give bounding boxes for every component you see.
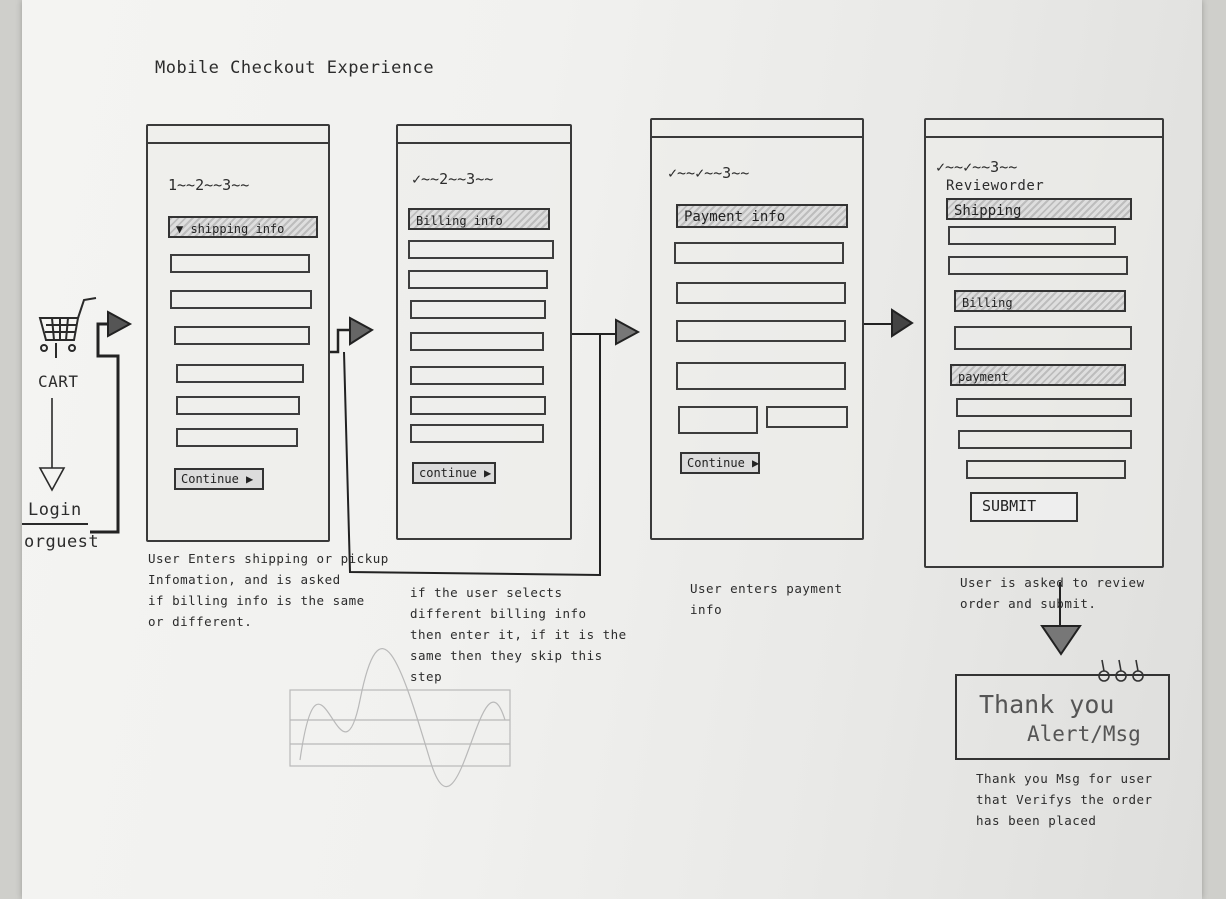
payment-expiry-field[interactable] — [678, 406, 758, 434]
guest-label: orguest — [24, 532, 100, 552]
review-order-title: Revieworder — [946, 178, 1045, 194]
login-label: Login — [28, 500, 82, 520]
shipping-field[interactable] — [174, 326, 310, 345]
billing-field[interactable] — [410, 396, 546, 415]
shipping-info-header[interactable]: ▼ shipping info — [168, 216, 318, 238]
step-indicator: ✓~~✓~~3~~ — [668, 164, 750, 182]
caption-review: User is asked to review order and submit… — [960, 575, 1145, 611]
continue-button[interactable]: continue ▶ — [412, 462, 496, 484]
billing-field[interactable] — [410, 366, 544, 385]
caption-billing: if the user selects different billing in… — [410, 585, 627, 684]
phone-top-bar — [652, 120, 862, 138]
screen-shipping: 1~~2~~3~~ ▼ shipping info Continue ▶ — [146, 124, 330, 542]
review-field[interactable] — [948, 256, 1128, 275]
caption-payment: User enters payment info — [690, 581, 843, 617]
payment-cvv-field[interactable] — [766, 406, 848, 428]
review-field[interactable] — [956, 398, 1132, 417]
thank-you-alert: Thank you Alert/Msg — [955, 674, 1170, 760]
step-indicator: ✓~~✓~~3~~ — [936, 158, 1018, 176]
screen-review: ✓~~✓~~3~~ Revieworder Shipping Billing p… — [924, 118, 1164, 568]
shipping-field[interactable] — [170, 254, 310, 273]
review-payment-header[interactable]: payment — [950, 364, 1126, 386]
billing-field[interactable] — [408, 240, 554, 259]
phone-top-bar — [926, 120, 1162, 138]
review-field[interactable] — [958, 430, 1132, 449]
continue-button[interactable]: Continue ▶ — [680, 452, 760, 474]
thank-you-line2: Alert/Msg — [1027, 722, 1141, 746]
payment-field[interactable] — [674, 242, 844, 264]
billing-info-header[interactable]: Billing info — [408, 208, 550, 230]
caption-shipping: User Enters shipping or pickup Infomatio… — [148, 551, 389, 629]
review-shipping-header[interactable]: Shipping — [946, 198, 1132, 220]
review-billing-header[interactable]: Billing — [954, 290, 1126, 312]
payment-field[interactable] — [676, 282, 846, 304]
cart-label: CART — [38, 372, 79, 391]
billing-field[interactable] — [410, 332, 544, 351]
payment-info-header[interactable]: Payment info — [676, 204, 848, 228]
billing-field[interactable] — [408, 270, 548, 289]
review-field[interactable] — [954, 326, 1132, 350]
screen-payment: ✓~~✓~~3~~ Payment info Continue ▶ — [650, 118, 864, 540]
shipping-field[interactable] — [176, 364, 304, 383]
shipping-field[interactable] — [170, 290, 312, 309]
phone-top-bar — [148, 126, 328, 144]
review-field[interactable] — [948, 226, 1116, 245]
review-field[interactable] — [966, 460, 1126, 479]
payment-field[interactable] — [676, 320, 846, 342]
shipping-field[interactable] — [176, 428, 298, 447]
thank-you-line1: Thank you — [979, 690, 1115, 719]
step-indicator: ✓~~2~~3~~ — [412, 170, 494, 188]
billing-field[interactable] — [410, 424, 544, 443]
shipping-field[interactable] — [176, 396, 300, 415]
screen-billing: ✓~~2~~3~~ Billing info continue ▶ — [396, 124, 572, 540]
cart-icon — [38, 297, 97, 358]
phone-top-bar — [398, 126, 570, 144]
submit-button[interactable]: SUBMIT — [970, 492, 1078, 522]
step-indicator: 1~~2~~3~~ — [168, 176, 250, 194]
continue-button[interactable]: Continue ▶ — [174, 468, 264, 490]
payment-field[interactable] — [676, 362, 846, 390]
billing-field[interactable] — [410, 300, 546, 319]
caption-thank-you: Thank you Msg for user that Verifys the … — [976, 771, 1153, 828]
